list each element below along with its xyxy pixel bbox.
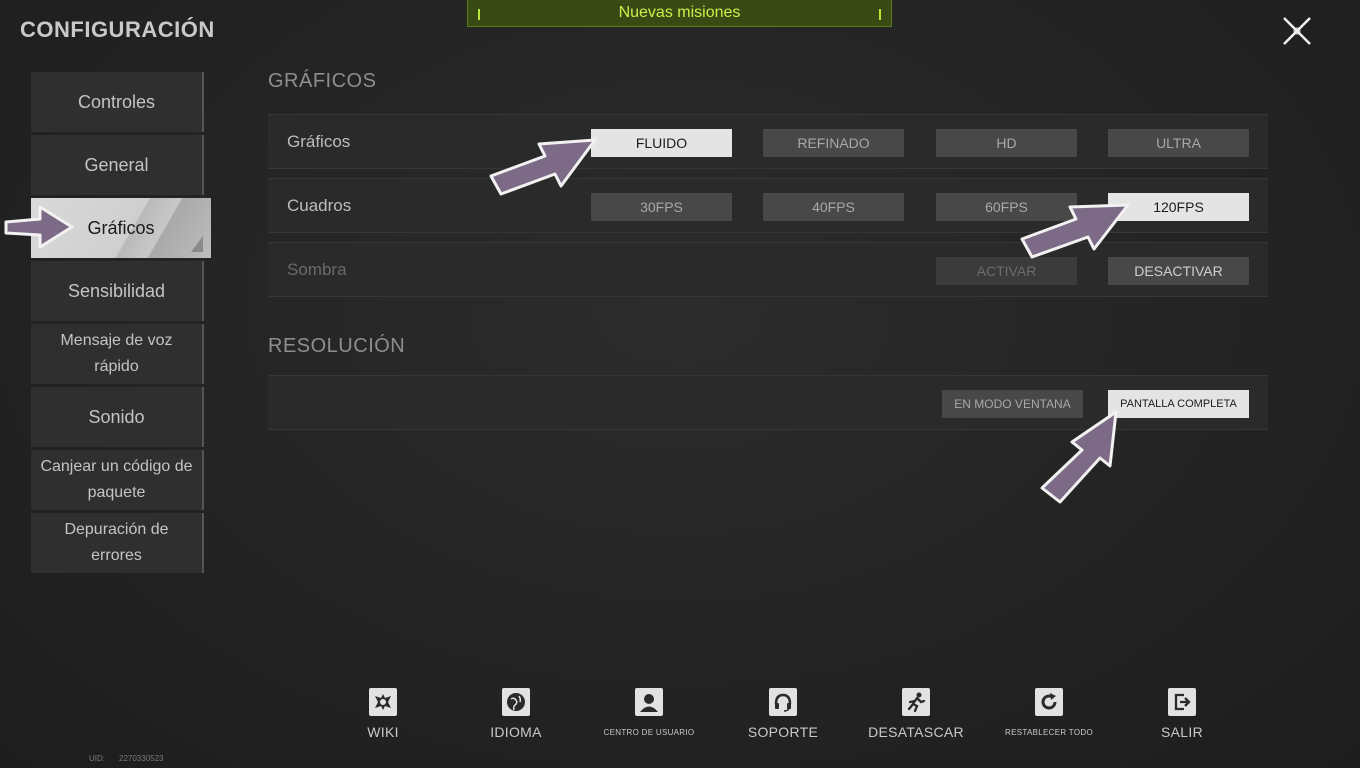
sidebar-item-label: Controles (77, 92, 156, 112)
toolbar-label: SALIR (1161, 724, 1203, 740)
toolbar-label: IDIOMA (490, 724, 542, 740)
sidebar-item-depuracion[interactable]: Depuración de errores (31, 513, 204, 573)
option-40fps[interactable]: 40FPS (763, 193, 904, 221)
option-fluido[interactable]: FLUIDO (591, 129, 732, 157)
user-icon (635, 688, 663, 716)
option-120fps[interactable]: 120FPS (1108, 193, 1249, 221)
option-hd[interactable]: HD (936, 129, 1077, 157)
resolution-section-title: RESOLUCIÓN (268, 335, 406, 357)
toolbar-label: SOPORTE (747, 724, 819, 740)
option-30fps[interactable]: 30FPS (591, 193, 732, 221)
toolbar-label: CENTRO DE USUARIO (603, 728, 695, 737)
sidebar-item-sensibilidad[interactable]: Sensibilidad (31, 261, 204, 321)
toolbar-label: RESTABLECER TODO (1005, 728, 1093, 737)
sidebar-item-label: Sensibilidad (67, 281, 166, 301)
page-title: CONFIGURACIÓN (20, 17, 215, 42)
toolbar-salir-button[interactable]: SALIR (1127, 688, 1237, 740)
new-missions-banner[interactable]: Nuevas misiones (467, 0, 892, 27)
banner-text: Nuevas misiones (618, 4, 741, 21)
refresh-icon (1035, 688, 1063, 716)
graphics-section-title: GRÁFICOS (268, 70, 377, 92)
option-60fps[interactable]: 60FPS (936, 193, 1077, 221)
uid-value: 2270330523 (119, 754, 164, 763)
option-activar[interactable]: ACTIVAR (936, 257, 1077, 285)
sidebar-item-label: Canjear un código de paquete (40, 458, 193, 501)
running-person-icon (902, 688, 930, 716)
toolbar-wiki-button[interactable]: WIKI (328, 688, 438, 740)
sidebar-item-graficos[interactable]: Gráficos (31, 198, 211, 258)
option-refinado[interactable]: REFINADO (763, 129, 904, 157)
close-button[interactable] (1276, 10, 1318, 52)
sidebar-item-sonido[interactable]: Sonido (31, 387, 204, 447)
toolbar-restablecer-button[interactable]: RESTABLECER TODO (994, 688, 1104, 737)
option-ultra[interactable]: ULTRA (1108, 129, 1249, 157)
toolbar-label: DESATASCAR (868, 724, 964, 740)
resolution-row: EN MODO VENTANA PANTALLA COMPLETA (268, 375, 1268, 430)
sidebar-item-canjear-codigo[interactable]: Canjear un código de paquete (31, 450, 204, 510)
shadow-label: Sombra (287, 260, 347, 279)
sidebar-item-controles[interactable]: Controles (31, 72, 204, 132)
globe-icon (502, 688, 530, 716)
toolbar-label: WIKI (367, 724, 399, 740)
sidebar-item-label: General (84, 155, 149, 175)
sidebar-item-label: Depuración de errores (64, 521, 169, 564)
graphics-quality-row: Gráficos FLUIDO REFINADO HD ULTRA (268, 114, 1268, 169)
uid-readout: UID: 2270330523 (89, 754, 164, 763)
frame-rate-row: Cuadros 30FPS 40FPS 60FPS 120FPS (268, 178, 1268, 233)
option-desactivar[interactable]: DESACTIVAR (1108, 257, 1249, 285)
headset-icon (769, 688, 797, 716)
toolbar-soporte-button[interactable]: SOPORTE (728, 688, 838, 740)
sidebar-item-label: Sonido (88, 407, 145, 427)
sidebar-item-mensaje-de-voz[interactable]: Mensaje de voz rápido (31, 324, 204, 384)
wiki-emblem-icon (369, 688, 397, 716)
exit-icon (1168, 688, 1196, 716)
option-windowed[interactable]: EN MODO VENTANA (942, 390, 1083, 418)
settings-sidebar: Controles General Gráficos Sensibilidad … (31, 72, 211, 576)
shadow-row: Sombra ACTIVAR DESACTIVAR (268, 242, 1268, 297)
sidebar-item-label: Mensaje de voz rápido (60, 332, 173, 375)
frame-rate-label: Cuadros (287, 196, 352, 215)
sidebar-item-general[interactable]: General (31, 135, 204, 195)
option-fullscreen[interactable]: PANTALLA COMPLETA (1108, 390, 1249, 418)
graphics-quality-label: Gráficos (287, 132, 351, 151)
toolbar-idioma-button[interactable]: IDIOMA (461, 688, 571, 740)
toolbar-desatascar-button[interactable]: DESATASCAR (861, 688, 971, 740)
close-icon (1283, 17, 1311, 45)
uid-label: UID: (89, 754, 105, 763)
toolbar-centro-usuario-button[interactable]: CENTRO DE USUARIO (594, 688, 704, 737)
sidebar-item-label: Gráficos (87, 218, 155, 238)
